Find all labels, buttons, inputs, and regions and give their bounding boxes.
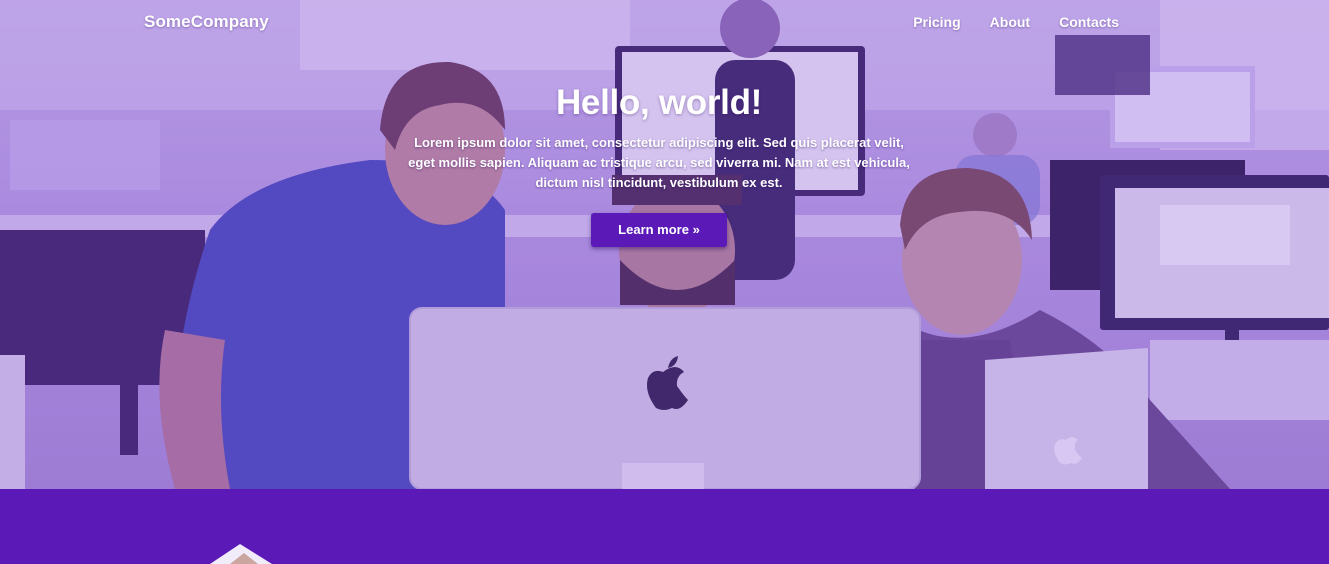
nav-link-pricing[interactable]: Pricing [913, 14, 960, 30]
nav-link-contacts[interactable]: Contacts [1059, 14, 1119, 30]
hero-title: Hello, world! [555, 83, 763, 122]
hero-description: Lorem ipsum dolor sit amet, consectetur … [408, 135, 910, 190]
learn-more-button[interactable]: Learn more » [591, 213, 727, 247]
top-navbar: SomeCompany Pricing About Contacts [0, 0, 1329, 46]
brand-logo-link[interactable]: SomeCompany [144, 12, 269, 32]
hero-jumbotron: Hello, world! Lorem ipsum dolor sit amet… [364, 82, 954, 247]
feature-illustration-image [210, 544, 272, 564]
nav-links: Pricing About Contacts [913, 14, 1119, 30]
hero-section: SomeCompany Pricing About Contacts Hello… [0, 0, 1329, 489]
feature-band [0, 489, 1329, 564]
nav-link-about[interactable]: About [990, 14, 1030, 30]
